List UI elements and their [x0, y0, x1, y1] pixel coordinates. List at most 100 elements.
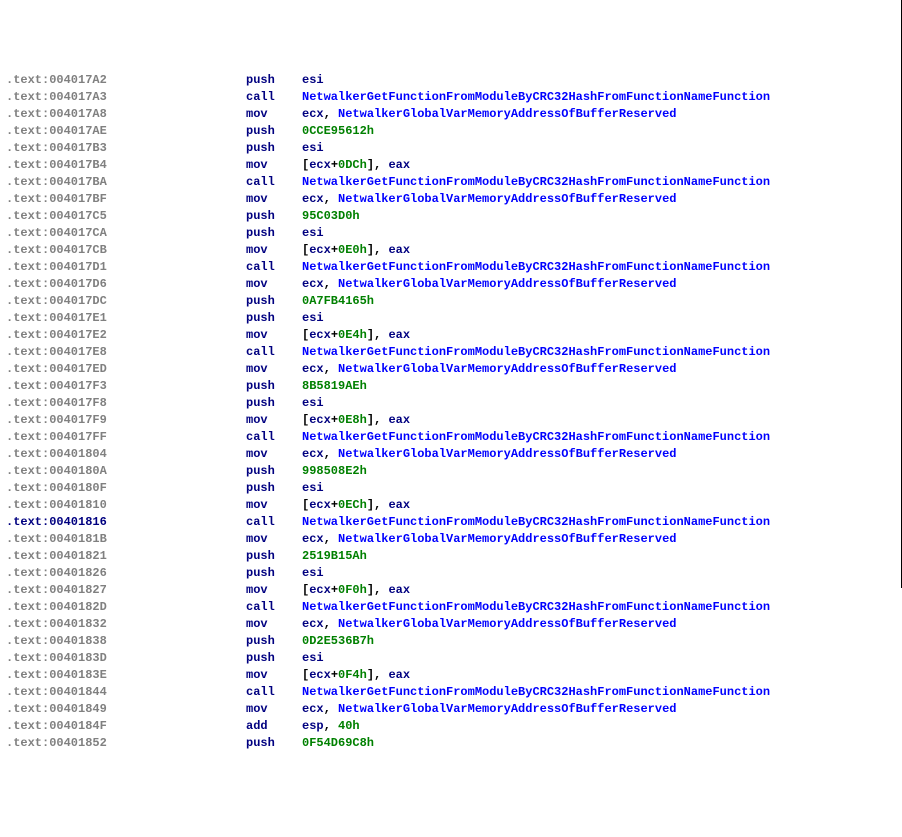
disasm-line[interactable]: .text:00401838push0D2E536B7h — [4, 633, 901, 650]
disasm-line[interactable]: .text:0040180Fpushesi — [4, 480, 901, 497]
address-label[interactable]: .text:0040180A — [4, 463, 246, 480]
disasm-line[interactable]: .text:004017CBmov[ecx+0E0h], eax — [4, 242, 901, 259]
address-label[interactable]: .text:0040183D — [4, 650, 246, 667]
operand-sym[interactable]: NetwalkerGlobalVarMemoryAddressOfBufferR… — [338, 192, 676, 206]
address-label[interactable]: .text:0040183E — [4, 667, 246, 684]
disasm-line[interactable]: .text:00401816callNetwalkerGetFunctionFr… — [4, 514, 901, 531]
disasm-line[interactable]: .text:00401804movecx, NetwalkerGlobalVar… — [4, 446, 901, 463]
disassembly-listing[interactable]: .text:004017A2pushesi.text:004017A3callN… — [4, 72, 901, 752]
operand-sym[interactable]: NetwalkerGetFunctionFromModuleByCRC32Has… — [302, 685, 770, 699]
address-label[interactable]: .text:0040181B — [4, 531, 246, 548]
disasm-line[interactable]: .text:004017DCpush0A7FB4165h — [4, 293, 901, 310]
disasm-line[interactable]: .text:004017A3callNetwalkerGetFunctionFr… — [4, 89, 901, 106]
mnemonic: push — [246, 293, 302, 310]
disasm-line[interactable]: .text:004017F8pushesi — [4, 395, 901, 412]
address-label[interactable]: .text:0040180F — [4, 480, 246, 497]
operand-sym[interactable]: NetwalkerGetFunctionFromModuleByCRC32Has… — [302, 345, 770, 359]
disasm-line[interactable]: .text:0040184Faddesp, 40h — [4, 718, 901, 735]
disasm-line[interactable]: .text:00401849movecx, NetwalkerGlobalVar… — [4, 701, 901, 718]
address-label[interactable]: .text:004017B4 — [4, 157, 246, 174]
address-label[interactable]: .text:004017B3 — [4, 140, 246, 157]
disasm-line[interactable]: .text:004017B4mov[ecx+0DCh], eax — [4, 157, 901, 174]
address-label[interactable]: .text:004017A8 — [4, 106, 246, 123]
operand-sym[interactable]: NetwalkerGlobalVarMemoryAddressOfBufferR… — [338, 362, 676, 376]
operand-sym[interactable]: NetwalkerGlobalVarMemoryAddressOfBufferR… — [338, 702, 676, 716]
operand-sym[interactable]: NetwalkerGlobalVarMemoryAddressOfBufferR… — [338, 532, 676, 546]
address-label[interactable]: .text:00401826 — [4, 565, 246, 582]
operands: 0CCE95612h — [302, 124, 374, 138]
disasm-line[interactable]: .text:004017BAcallNetwalkerGetFunctionFr… — [4, 174, 901, 191]
operand-sym[interactable]: NetwalkerGetFunctionFromModuleByCRC32Has… — [302, 430, 770, 444]
disasm-line[interactable]: .text:004017AEpush0CCE95612h — [4, 123, 901, 140]
disasm-line[interactable]: .text:004017FFcallNetwalkerGetFunctionFr… — [4, 429, 901, 446]
address-label[interactable]: .text:004017CB — [4, 242, 246, 259]
address-label[interactable]: .text:00401832 — [4, 616, 246, 633]
address-label[interactable]: .text:0040182D — [4, 599, 246, 616]
operand-sym[interactable]: NetwalkerGetFunctionFromModuleByCRC32Has… — [302, 90, 770, 104]
address-label[interactable]: .text:004017A3 — [4, 89, 246, 106]
operand-sym[interactable]: NetwalkerGlobalVarMemoryAddressOfBufferR… — [338, 107, 676, 121]
disasm-line[interactable]: .text:00401810mov[ecx+0ECh], eax — [4, 497, 901, 514]
address-label[interactable]: .text:004017D6 — [4, 276, 246, 293]
address-label[interactable]: .text:004017F8 — [4, 395, 246, 412]
disasm-line[interactable]: .text:0040183Emov[ecx+0F4h], eax — [4, 667, 901, 684]
address-label[interactable]: .text:004017FF — [4, 429, 246, 446]
disasm-line[interactable]: .text:004017A2pushesi — [4, 72, 901, 89]
disasm-line[interactable]: .text:004017F3push8B5819AEh — [4, 378, 901, 395]
address-label[interactable]: .text:004017F9 — [4, 412, 246, 429]
disasm-line[interactable]: .text:004017F9mov[ecx+0E8h], eax — [4, 412, 901, 429]
disasm-line[interactable]: .text:00401821push2519B15Ah — [4, 548, 901, 565]
address-label[interactable]: .text:004017F3 — [4, 378, 246, 395]
address-label[interactable]: .text:00401852 — [4, 735, 246, 752]
address-label[interactable]: .text:004017BF — [4, 191, 246, 208]
address-label[interactable]: .text:0040184F — [4, 718, 246, 735]
address-label[interactable]: .text:00401838 — [4, 633, 246, 650]
operand-sym[interactable]: NetwalkerGlobalVarMemoryAddressOfBufferR… — [338, 447, 676, 461]
disasm-line[interactable]: .text:004017E1pushesi — [4, 310, 901, 327]
address-label[interactable]: .text:004017ED — [4, 361, 246, 378]
address-label[interactable]: .text:004017AE — [4, 123, 246, 140]
address-label[interactable]: .text:004017DC — [4, 293, 246, 310]
address-label[interactable]: .text:004017D1 — [4, 259, 246, 276]
operand-sym[interactable]: NetwalkerGetFunctionFromModuleByCRC32Has… — [302, 175, 770, 189]
operand-sym[interactable]: NetwalkerGetFunctionFromModuleByCRC32Has… — [302, 515, 770, 529]
disasm-line[interactable]: .text:004017CApushesi — [4, 225, 901, 242]
address-label[interactable]: .text:004017E2 — [4, 327, 246, 344]
disasm-line[interactable]: .text:00401844callNetwalkerGetFunctionFr… — [4, 684, 901, 701]
address-label[interactable]: .text:00401827 — [4, 582, 246, 599]
disasm-line[interactable]: .text:004017D6movecx, NetwalkerGlobalVar… — [4, 276, 901, 293]
disasm-line[interactable]: .text:004017BFmovecx, NetwalkerGlobalVar… — [4, 191, 901, 208]
disasm-line[interactable]: .text:0040182DcallNetwalkerGetFunctionFr… — [4, 599, 901, 616]
disasm-line[interactable]: .text:0040181Bmovecx, NetwalkerGlobalVar… — [4, 531, 901, 548]
disasm-line[interactable]: .text:004017D1callNetwalkerGetFunctionFr… — [4, 259, 901, 276]
address-label[interactable]: .text:00401849 — [4, 701, 246, 718]
operand-sym[interactable]: NetwalkerGlobalVarMemoryAddressOfBufferR… — [338, 277, 676, 291]
disasm-line[interactable]: .text:00401827mov[ecx+0F0h], eax — [4, 582, 901, 599]
operand-sym[interactable]: NetwalkerGlobalVarMemoryAddressOfBufferR… — [338, 617, 676, 631]
disasm-line[interactable]: .text:004017C5push95C03D0h — [4, 208, 901, 225]
disasm-line[interactable]: .text:00401826pushesi — [4, 565, 901, 582]
address-label[interactable]: .text:004017E8 — [4, 344, 246, 361]
disasm-line[interactable]: .text:004017E8callNetwalkerGetFunctionFr… — [4, 344, 901, 361]
disasm-line[interactable]: .text:0040183Dpushesi — [4, 650, 901, 667]
address-label[interactable]: .text:00401810 — [4, 497, 246, 514]
address-label[interactable]: .text:00401821 — [4, 548, 246, 565]
address-label[interactable]: .text:004017A2 — [4, 72, 246, 89]
disasm-line[interactable]: .text:004017E2mov[ecx+0E4h], eax — [4, 327, 901, 344]
address-label[interactable]: .text:004017E1 — [4, 310, 246, 327]
disasm-line[interactable]: .text:004017EDmovecx, NetwalkerGlobalVar… — [4, 361, 901, 378]
disasm-line[interactable]: .text:004017B3pushesi — [4, 140, 901, 157]
operand-sym[interactable]: NetwalkerGetFunctionFromModuleByCRC32Has… — [302, 600, 770, 614]
address-label[interactable]: .text:004017BA — [4, 174, 246, 191]
disasm-line[interactable]: .text:00401832movecx, NetwalkerGlobalVar… — [4, 616, 901, 633]
disasm-line[interactable]: .text:00401852push0F54D69C8h — [4, 735, 901, 752]
address-label[interactable]: .text:00401804 — [4, 446, 246, 463]
operand-sym[interactable]: NetwalkerGetFunctionFromModuleByCRC32Has… — [302, 260, 770, 274]
address-label[interactable]: .text:00401844 — [4, 684, 246, 701]
disasm-line[interactable]: .text:0040180Apush998508E2h — [4, 463, 901, 480]
operand-reg: ecx — [309, 158, 331, 172]
address-label[interactable]: .text:004017C5 — [4, 208, 246, 225]
address-label[interactable]: .text:00401816 — [4, 514, 246, 531]
address-label[interactable]: .text:004017CA — [4, 225, 246, 242]
disasm-line[interactable]: .text:004017A8movecx, NetwalkerGlobalVar… — [4, 106, 901, 123]
